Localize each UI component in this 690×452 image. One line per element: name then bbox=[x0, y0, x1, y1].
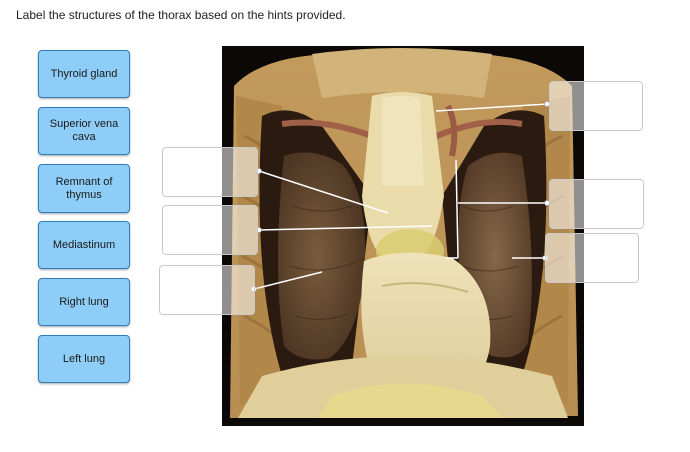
drop-target-right-lower[interactable] bbox=[545, 233, 639, 283]
drop-target-right-middle[interactable] bbox=[549, 179, 644, 229]
label-chip-right-lung[interactable]: Right lung bbox=[38, 278, 130, 326]
instruction-text: Label the structures of the thorax based… bbox=[16, 8, 346, 22]
drop-target-left-upper[interactable] bbox=[162, 147, 258, 197]
drop-target-top-right[interactable] bbox=[549, 81, 643, 131]
label-chip-thyroid-gland[interactable]: Thyroid gland bbox=[38, 50, 130, 98]
drop-target-left-lower[interactable] bbox=[159, 265, 255, 315]
drop-target-left-middle[interactable] bbox=[162, 205, 258, 255]
thorax-dissection-image bbox=[222, 46, 584, 426]
label-chip-remnant-of-thymus[interactable]: Remnant of thymus bbox=[38, 164, 130, 213]
label-chip-mediastinum[interactable]: Mediastinum bbox=[38, 221, 130, 269]
label-chip-left-lung[interactable]: Left lung bbox=[38, 335, 130, 383]
label-chip-superior-vena-cava[interactable]: Superior vena cava bbox=[38, 107, 130, 155]
